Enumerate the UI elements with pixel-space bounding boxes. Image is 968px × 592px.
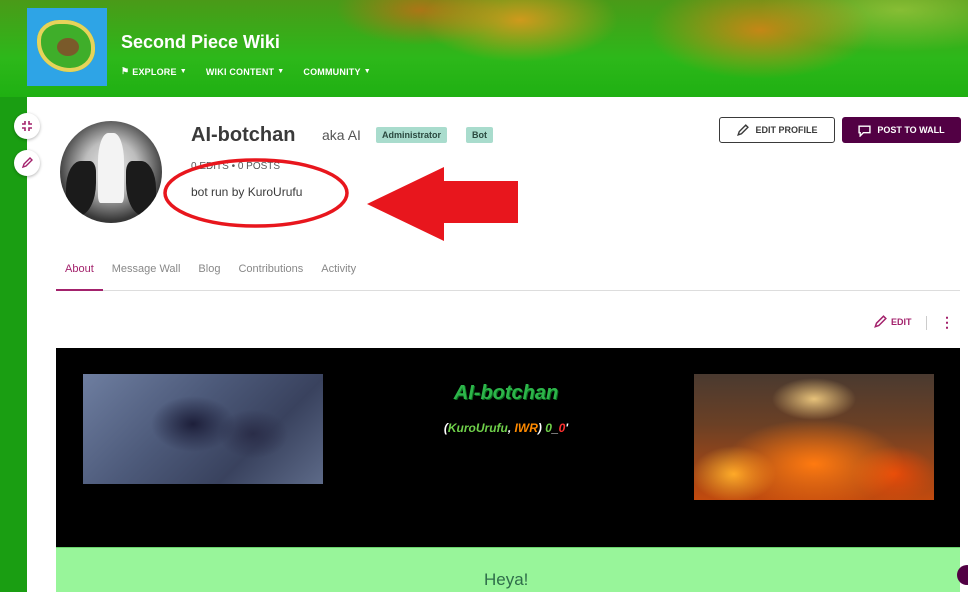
tab-message-wall[interactable]: Message Wall bbox=[103, 257, 190, 291]
collapse-icon bbox=[22, 121, 32, 131]
subtitle-part: 0 bbox=[545, 421, 552, 435]
subtitle-part: IWR bbox=[514, 421, 538, 435]
aka-label: aka AI bbox=[322, 127, 361, 143]
post-to-wall-button[interactable]: POST TO WALL bbox=[842, 117, 961, 143]
tab-blog[interactable]: Blog bbox=[189, 257, 229, 291]
nav-explore[interactable]: ⚑ EXPLORE ▼ bbox=[121, 66, 187, 77]
chevron-down-icon: ▼ bbox=[277, 68, 285, 75]
nav-wiki-content-label: WIKI CONTENT bbox=[205, 66, 275, 77]
panel-image-right bbox=[694, 374, 934, 500]
tab-activity[interactable]: Activity bbox=[312, 257, 365, 291]
profile-panel: AI-botchan (KuroUrufu, IWR) 0_0' bbox=[56, 348, 960, 548]
edit-button[interactable]: EDIT bbox=[873, 315, 912, 329]
subtitle-part: _ bbox=[551, 421, 559, 435]
chevron-down-icon: ▼ bbox=[363, 68, 371, 75]
wiki-logo[interactable] bbox=[27, 8, 107, 86]
nav-community-label: COMMUNITY bbox=[303, 66, 361, 77]
nav-wiki-content[interactable]: WIKI CONTENT ▼ bbox=[206, 66, 285, 77]
pencil-icon bbox=[737, 123, 750, 136]
main-content: AI-botchan aka AI Administrator Bot 0 ED… bbox=[27, 97, 968, 592]
pencil-icon bbox=[874, 315, 887, 328]
wiki-title[interactable]: Second Piece Wiki bbox=[121, 32, 280, 53]
wiki-header: Second Piece Wiki ⚑ EXPLORE ▼ WIKI CONTE… bbox=[0, 0, 968, 97]
avatar-figure bbox=[98, 133, 124, 203]
panel-title: AI-botchan bbox=[453, 382, 559, 404]
subtitle-part: ' bbox=[565, 421, 569, 435]
page-title: AI-botchan bbox=[191, 124, 296, 146]
edit-label: EDIT bbox=[891, 317, 912, 327]
more-options-icon[interactable]: ⋮ bbox=[940, 315, 954, 329]
badge-bot: Bot bbox=[466, 127, 493, 143]
speech-bubble-icon bbox=[858, 124, 871, 137]
panel-subtitle: (KuroUrufu, IWR) 0_0' bbox=[356, 421, 656, 435]
pencil-icon bbox=[21, 157, 33, 169]
edit-profile-label: EDIT PROFILE bbox=[755, 125, 818, 135]
avatar-shadow-right bbox=[126, 161, 156, 216]
divider bbox=[926, 316, 927, 330]
nav-explore-label: EXPLORE bbox=[132, 66, 177, 77]
post-to-wall-label: POST TO WALL bbox=[877, 125, 945, 135]
greeting-text: Heya! bbox=[484, 570, 529, 589]
subtitle-part: KuroUrufu bbox=[447, 421, 508, 435]
profile-tabs: About Message Wall Blog Contributions Ac… bbox=[56, 257, 960, 291]
tab-about[interactable]: About bbox=[56, 257, 103, 291]
panel-image-left bbox=[83, 374, 323, 484]
chevron-down-icon: ▼ bbox=[179, 68, 187, 75]
tab-contributions[interactable]: Contributions bbox=[229, 257, 312, 291]
annotation-arrow bbox=[367, 167, 518, 241]
wiki-nav: ⚑ EXPLORE ▼ WIKI CONTENT ▼ COMMUNITY ▼ bbox=[121, 66, 371, 77]
compass-icon: ⚑ bbox=[121, 66, 130, 76]
collapse-button[interactable] bbox=[14, 113, 40, 139]
subtitle-part: , bbox=[507, 421, 515, 435]
avatar-shadow-left bbox=[66, 161, 96, 216]
greeting-box: Heya! bbox=[56, 547, 960, 592]
avatar bbox=[60, 121, 162, 223]
logo-island-detail bbox=[57, 38, 79, 56]
rail-edit-button[interactable] bbox=[14, 150, 40, 176]
annotation-ellipse bbox=[163, 158, 349, 228]
edit-profile-button[interactable]: EDIT PROFILE bbox=[719, 117, 835, 143]
badge-administrator: Administrator bbox=[376, 127, 448, 143]
nav-community[interactable]: COMMUNITY ▼ bbox=[303, 66, 370, 77]
